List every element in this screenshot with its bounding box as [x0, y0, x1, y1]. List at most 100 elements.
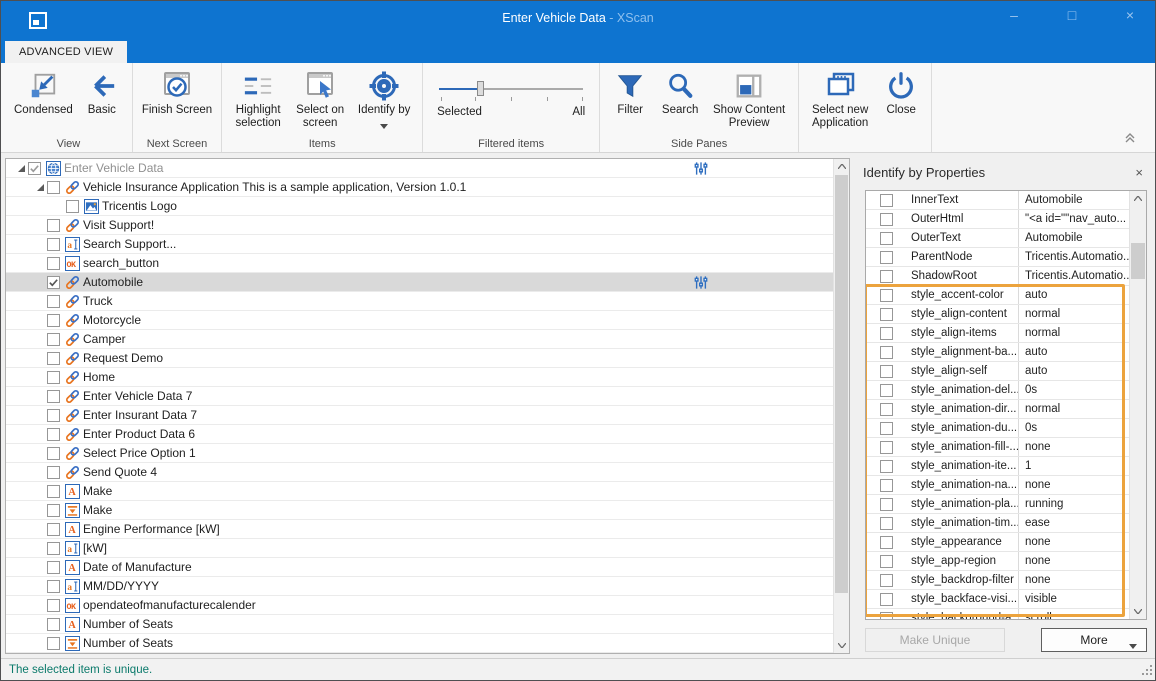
- property-row[interactable]: style_align-itemsnormal: [866, 324, 1129, 343]
- property-checkbox[interactable]: [880, 308, 893, 321]
- property-row[interactable]: ParentNodeTricentis.Automatio...: [866, 248, 1129, 267]
- property-row[interactable]: style_animation-du...0s: [866, 419, 1129, 438]
- tree-row[interactable]: aMM/DD/YYYY: [6, 577, 833, 596]
- tree-row[interactable]: Visit Support!: [6, 216, 833, 235]
- properties-scrollbar[interactable]: [1129, 191, 1146, 619]
- tree-row[interactable]: Number of Seats: [6, 634, 833, 653]
- tree-item-checkbox[interactable]: [47, 371, 60, 384]
- slider-handle[interactable]: [477, 81, 484, 96]
- property-row[interactable]: style_backface-visi...visible: [866, 590, 1129, 609]
- property-row[interactable]: style_animation-dir...normal: [866, 400, 1129, 419]
- tree-row[interactable]: OKsearch_button: [6, 254, 833, 273]
- tree-item-checkbox[interactable]: [47, 485, 60, 498]
- minimize-button[interactable]: –: [1003, 7, 1025, 23]
- property-row[interactable]: style_animation-ite...1: [866, 457, 1129, 476]
- row-filter-tune-icon[interactable]: [694, 275, 708, 293]
- tree-row[interactable]: Enter Vehicle Data: [6, 159, 833, 178]
- tree-item-checkbox[interactable]: [47, 238, 60, 251]
- tree-row[interactable]: Enter Product Data 6: [6, 425, 833, 444]
- property-row[interactable]: style_background-a...scroll: [866, 609, 1129, 620]
- property-checkbox[interactable]: [880, 327, 893, 340]
- property-checkbox[interactable]: [880, 498, 893, 511]
- property-row[interactable]: style_animation-tim...ease: [866, 514, 1129, 533]
- property-row[interactable]: style_animation-fill-...none: [866, 438, 1129, 457]
- property-checkbox[interactable]: [880, 365, 893, 378]
- identify-by-dropdown-icon[interactable]: [380, 118, 388, 132]
- property-row[interactable]: OuterTextAutomobile: [866, 229, 1129, 248]
- property-checkbox[interactable]: [880, 479, 893, 492]
- tree-item-checkbox[interactable]: [47, 637, 60, 650]
- property-checkbox[interactable]: [880, 213, 893, 226]
- property-checkbox[interactable]: [880, 574, 893, 587]
- tree-row[interactable]: ADate of Manufacture: [6, 558, 833, 577]
- properties-scroll-thumb[interactable]: [1131, 243, 1145, 279]
- tree-row[interactable]: AEngine Performance [kW]: [6, 520, 833, 539]
- finish-screen-button[interactable]: Finish Screen: [139, 66, 215, 119]
- property-checkbox[interactable]: [880, 555, 893, 568]
- property-checkbox[interactable]: [880, 403, 893, 416]
- condensed-button[interactable]: Condensed: [11, 66, 76, 119]
- select-new-application-button[interactable]: Select new Application: [805, 66, 875, 132]
- property-checkbox[interactable]: [880, 441, 893, 454]
- property-checkbox[interactable]: [880, 422, 893, 435]
- tree-row[interactable]: Enter Vehicle Data 7: [6, 387, 833, 406]
- tree-item-checkbox[interactable]: [47, 295, 60, 308]
- scroll-up-icon[interactable]: [1130, 191, 1146, 206]
- tree-row[interactable]: Enter Insurant Data 7: [6, 406, 833, 425]
- filtered-items-slider[interactable]: Selected All: [437, 68, 585, 136]
- tree-row[interactable]: Make: [6, 501, 833, 520]
- search-button[interactable]: Search: [656, 66, 704, 119]
- property-checkbox[interactable]: [880, 536, 893, 549]
- property-row[interactable]: style_app-regionnone: [866, 552, 1129, 571]
- property-checkbox[interactable]: [880, 593, 893, 606]
- property-checkbox[interactable]: [880, 232, 893, 245]
- select-on-screen-button[interactable]: Select on screen: [290, 66, 350, 132]
- property-row[interactable]: ShadowRootTricentis.Automatio...: [866, 267, 1129, 286]
- property-row[interactable]: style_animation-del...0s: [866, 381, 1129, 400]
- property-checkbox[interactable]: [880, 251, 893, 264]
- tree-item-checkbox[interactable]: [47, 599, 60, 612]
- scroll-down-icon[interactable]: [834, 638, 849, 653]
- maximize-button[interactable]: □: [1061, 7, 1083, 23]
- tree-item-checkbox[interactable]: [47, 333, 60, 346]
- make-unique-button[interactable]: Make Unique: [865, 628, 1005, 652]
- panel-close-icon[interactable]: ×: [1131, 165, 1147, 180]
- property-row[interactable]: OuterHtml"<a id=""nav_auto...: [866, 210, 1129, 229]
- filter-button[interactable]: Filter: [606, 66, 654, 119]
- tree-scroll-thumb[interactable]: [835, 175, 848, 593]
- tree-row[interactable]: aSearch Support...: [6, 235, 833, 254]
- tree-row[interactable]: Select Price Option 1: [6, 444, 833, 463]
- property-row[interactable]: style_accent-colorauto: [866, 286, 1129, 305]
- tree-row[interactable]: AMake: [6, 482, 833, 501]
- property-checkbox[interactable]: [880, 517, 893, 530]
- tree-row[interactable]: Camper: [6, 330, 833, 349]
- property-row[interactable]: style_align-selfauto: [866, 362, 1129, 381]
- tree-item-checkbox[interactable]: [47, 580, 60, 593]
- expander-icon[interactable]: [33, 183, 47, 192]
- tree-row[interactable]: Truck: [6, 292, 833, 311]
- property-row[interactable]: style_animation-pla...running: [866, 495, 1129, 514]
- tree-row[interactable]: ANumber of Seats: [6, 615, 833, 634]
- property-checkbox[interactable]: [880, 460, 893, 473]
- tree-row[interactable]: Vehicle Insurance Application This is a …: [6, 178, 833, 197]
- close-window-button[interactable]: ×: [1119, 7, 1141, 23]
- property-row[interactable]: style_alignment-ba...auto: [866, 343, 1129, 362]
- tree-item-checkbox[interactable]: [47, 504, 60, 517]
- show-content-preview-button[interactable]: Show Content Preview: [706, 66, 792, 132]
- property-checkbox[interactable]: [880, 194, 893, 207]
- tree-item-checkbox[interactable]: [47, 314, 60, 327]
- property-checkbox[interactable]: [880, 384, 893, 397]
- tree-item-checkbox[interactable]: [47, 447, 60, 460]
- tree-item-checkbox[interactable]: [47, 466, 60, 479]
- property-row[interactable]: style_animation-na...none: [866, 476, 1129, 495]
- tree-row[interactable]: Home: [6, 368, 833, 387]
- scroll-up-icon[interactable]: [834, 159, 849, 174]
- tree-item-checkbox[interactable]: [47, 257, 60, 270]
- property-row[interactable]: style_backdrop-filternone: [866, 571, 1129, 590]
- highlight-selection-button[interactable]: Highlight selection: [228, 66, 288, 132]
- tree-item-checkbox[interactable]: [47, 390, 60, 403]
- property-checkbox[interactable]: [880, 289, 893, 302]
- resize-grip[interactable]: [1142, 664, 1153, 678]
- tree-item-checkbox[interactable]: [47, 181, 60, 194]
- tree-item-checkbox[interactable]: [47, 542, 60, 555]
